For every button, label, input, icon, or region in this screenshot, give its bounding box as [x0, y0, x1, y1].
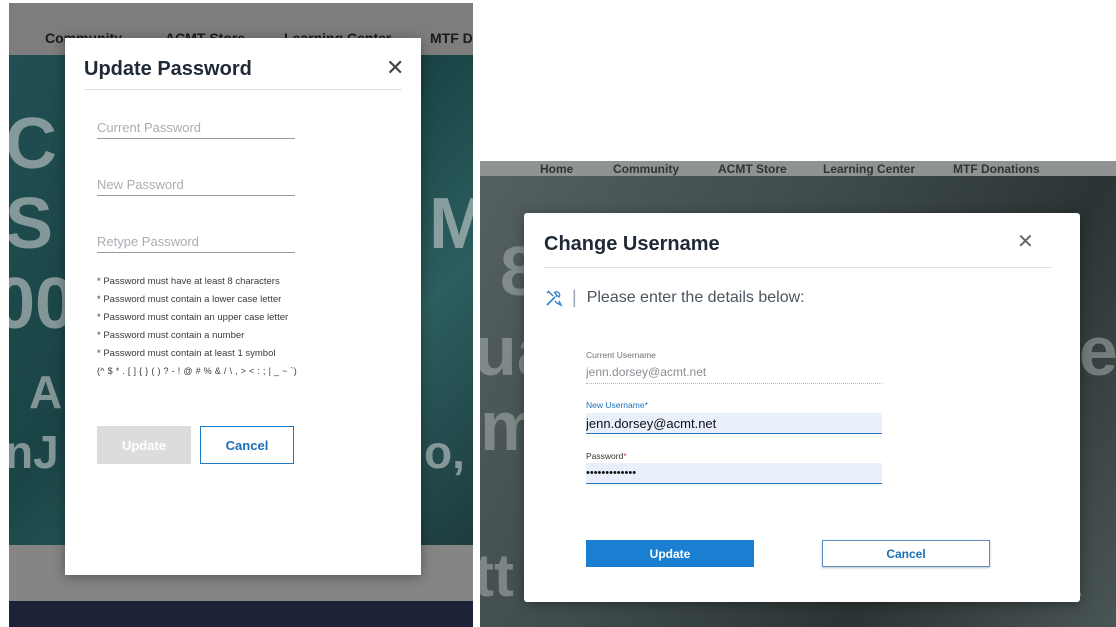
nav-link-community[interactable]: Community [613, 162, 679, 176]
retype-password-field[interactable] [97, 230, 295, 253]
close-icon[interactable]: ✕ [1017, 232, 1034, 252]
password-label: Password* [586, 451, 627, 461]
new-password-field[interactable] [97, 173, 295, 196]
close-icon[interactable]: ✕ [386, 57, 404, 79]
change-username-screenshot: Home Community ACMT Store Learning Cente… [480, 161, 1116, 627]
update-password-dialog: Update Password ✕ * Password must have a… [65, 38, 421, 575]
password-rule: * Password must contain a number [97, 330, 245, 341]
password-field[interactable]: ••••••••••••• [586, 463, 882, 484]
update-password-screenshot: Community ACMT Store Learning Center MTF… [9, 3, 473, 627]
subheading-text: Please enter the details below: [586, 288, 805, 306]
password-rule: * Password must contain a lower case let… [97, 294, 282, 305]
background-hero-text: o, [424, 426, 465, 478]
new-username-label: New Username* [586, 400, 648, 410]
required-mark: * [644, 400, 648, 410]
background-hero-text: M [429, 184, 473, 264]
cancel-button[interactable]: Cancel [200, 426, 294, 464]
tools-icon [544, 288, 564, 308]
nav-link-learning-center[interactable]: Learning Center [823, 162, 915, 176]
nav-link-home[interactable]: Home [540, 162, 573, 176]
background-footer [9, 601, 473, 627]
nav-link-mtf-donations[interactable]: MTF Donations [953, 162, 1040, 176]
background-hero-text: tt [480, 542, 514, 609]
new-username-label-text: New Username [586, 400, 645, 410]
background-hero-text: A [29, 366, 63, 418]
subheading-separator: | [572, 287, 577, 307]
dialog-title: Update Password [84, 58, 252, 80]
background-hero-text: C [9, 104, 57, 184]
password-rule: * Password must contain an upper case le… [97, 312, 289, 323]
password-symbol-list: (^ $ * . [ ] { } ( ) ? - ! @ # % & / \ ,… [97, 366, 298, 376]
password-rule: * Password must contain at least 1 symbo… [97, 348, 276, 359]
cancel-button[interactable]: Cancel [822, 540, 990, 567]
password-label-text: Password [586, 451, 624, 461]
required-mark: * [623, 451, 627, 461]
title-divider [544, 267, 1052, 268]
change-username-dialog: Change Username ✕ | Please enter the det… [524, 213, 1080, 602]
current-password-field[interactable] [97, 116, 295, 139]
background-nav-bar: Home Community ACMT Store Learning Cente… [480, 161, 1116, 176]
new-username-field[interactable] [586, 413, 882, 434]
nav-link-acmt-store[interactable]: ACMT Store [718, 162, 787, 176]
dialog-title: Change Username [544, 233, 720, 255]
background-hero-text: S [9, 184, 54, 264]
title-divider [84, 89, 402, 90]
nav-link-mtf-donations[interactable]: MTF Do [430, 30, 473, 46]
update-button[interactable]: Update [97, 426, 191, 464]
dialog-subheading: | Please enter the details below: [544, 287, 805, 308]
current-username-value: jenn.dorsey@acmt.net [586, 365, 882, 384]
background-hero-text: nJ [9, 426, 59, 478]
current-username-label: Current Username [586, 350, 656, 360]
update-button[interactable]: Update [586, 540, 754, 567]
password-rule: * Password must have at least 8 characte… [97, 276, 280, 287]
